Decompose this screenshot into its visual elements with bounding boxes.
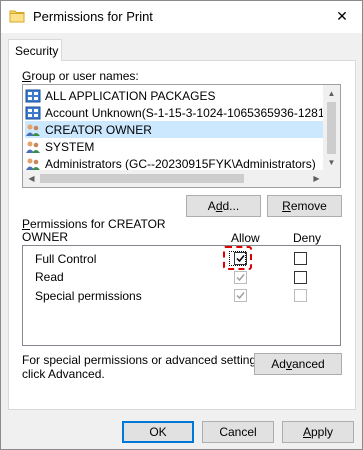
advanced-button[interactable]: Ad v anced [254,353,342,375]
list-item[interactable]: Account Unknown(S-1-15-3-1024-1065365936… [25,104,326,121]
users-group-icon [25,157,41,171]
add-button[interactable]: Ad d... [186,195,261,217]
unknown-account-icon [25,106,41,120]
folder-icon [9,9,25,23]
remove-button[interactable]: Remove [267,195,342,217]
user-name: CREATOR OWNER [45,122,152,137]
user-list[interactable]: ALL APPLICATION PACKAGES Account Unknown… [22,84,341,188]
close-button[interactable]: ✕ [322,1,362,31]
advanced-hint-line1: For special permissions or advanced sett… [22,353,266,367]
permissions-label: Permissions for CREATOR [22,217,166,231]
vertical-scrollbar[interactable]: ▲ ▼ [323,85,340,171]
list-item[interactable]: CREATOR OWNER [25,121,326,138]
vertical-scroll-thumb[interactable] [327,102,336,154]
close-icon: ✕ [336,7,348,24]
users-group-icon [25,123,41,137]
user-name: Account Unknown(S-1-15-3-1024-1065365936… [45,105,326,120]
app-packages-icon [25,89,41,103]
ok-button[interactable]: OK [122,421,194,443]
permission-name: Special permissions [35,289,142,303]
users-group-icon [25,140,41,154]
list-item[interactable]: ALL APPLICATION PACKAGES [25,87,326,104]
read-deny-checkbox[interactable] [294,271,307,284]
scrollbar-corner [323,170,340,187]
focus-rectangle [229,251,246,266]
user-name: Administrators (GC--20230915FYK\Administ… [45,156,316,171]
advanced-hint-line2: click Advanced. [22,367,105,381]
scroll-up-icon[interactable]: ▲ [323,85,340,102]
user-name: SYSTEM [45,139,95,154]
full-control-deny-checkbox[interactable] [294,252,307,265]
apply-button[interactable]: Apply [282,421,354,443]
read-allow-checkbox [234,271,247,284]
permission-name: Full Control [35,252,97,266]
cancel-button[interactable]: Cancel [202,421,274,443]
horizontal-scrollbar[interactable]: ◀ ▶ [23,170,325,187]
tab-security-label: Security [15,44,59,58]
permissions-label-line2: OWNER [22,230,68,244]
horizontal-scroll-thumb[interactable] [40,174,244,183]
special-permissions-deny-checkbox [294,289,307,302]
scroll-left-icon[interactable]: ◀ [23,170,40,187]
tab-security[interactable]: Security [8,39,62,61]
deny-header: Deny [293,231,322,245]
user-name: ALL APPLICATION PACKAGES [45,88,216,103]
group-names-label: Group or user names: [22,69,139,83]
permissions-dialog: Permissions for Print ✕ Security Group o… [0,0,363,450]
scroll-down-icon[interactable]: ▼ [323,154,340,171]
special-permissions-allow-checkbox [234,289,247,302]
window-title: Permissions for Print [33,9,153,24]
permission-name: Read [35,270,64,284]
title-bar: Permissions for Print ✕ [1,1,362,33]
allow-header: Allow [231,231,260,245]
list-item[interactable]: SYSTEM [25,138,326,155]
